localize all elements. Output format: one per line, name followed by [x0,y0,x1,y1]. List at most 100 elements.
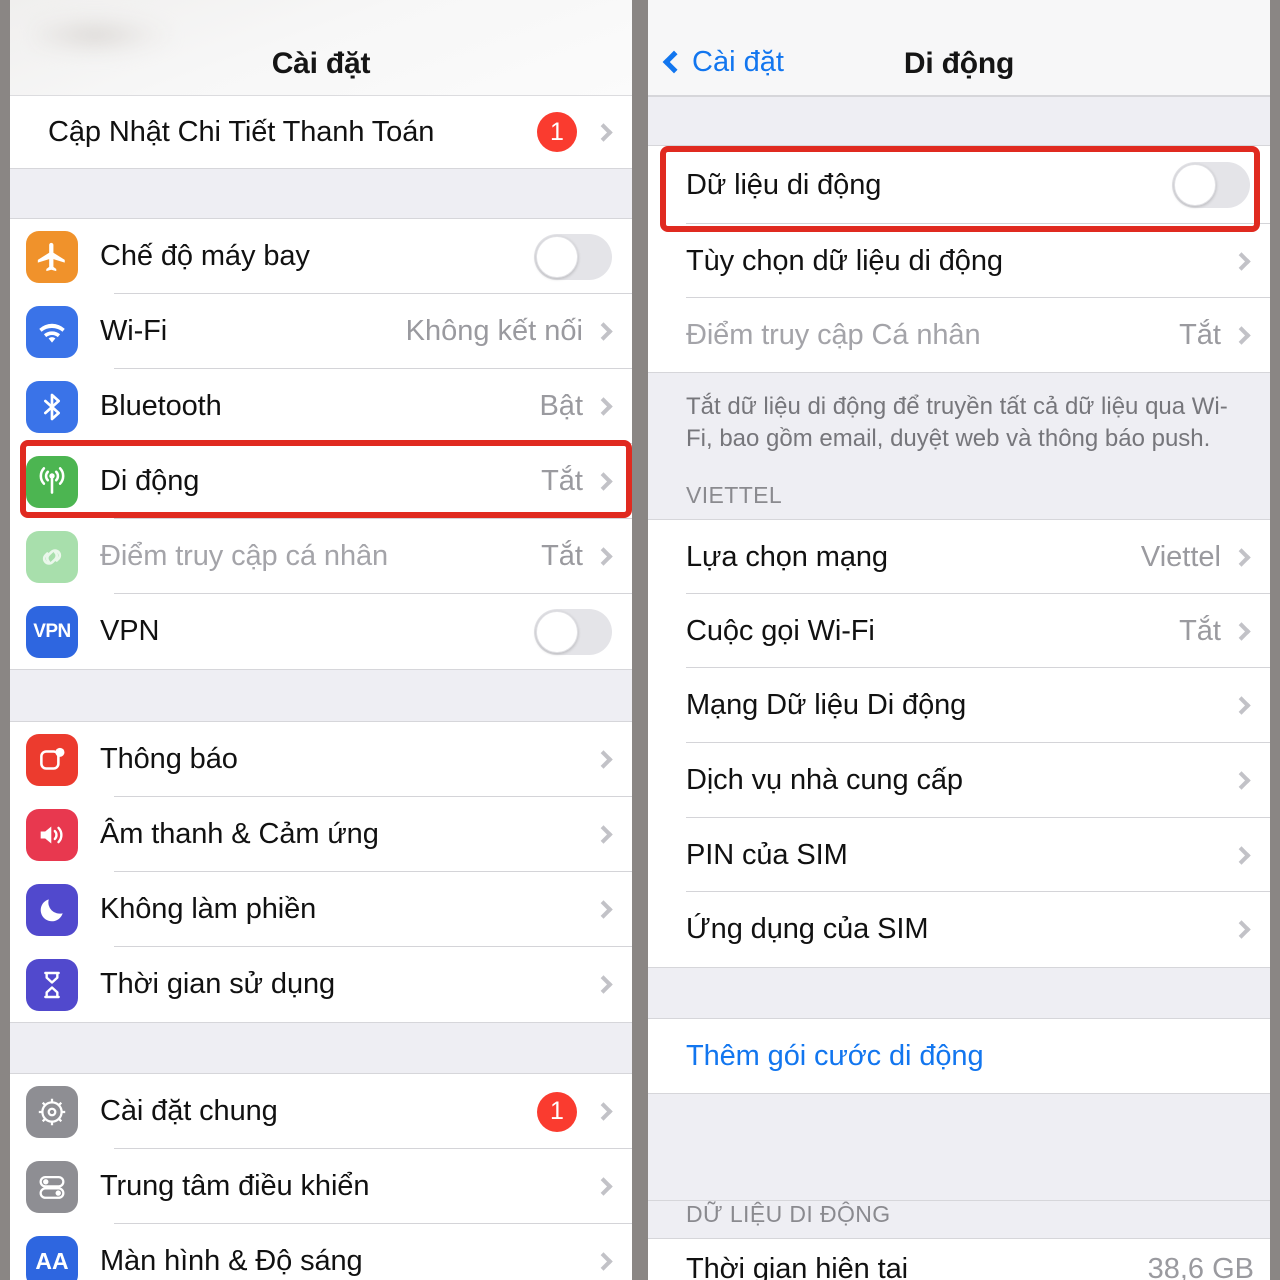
row-label: Dữ liệu di động [686,168,882,201]
sidebar-item-label: Trung tâm điều khiển [100,1170,370,1202]
hotspot-icon [26,530,78,583]
row-cellular-data-options[interactable]: Tùy chọn dữ liệu di động [648,224,1270,298]
section-add-plan: Thêm gói cước di động [648,1019,1270,1094]
sidebar-item-control-center[interactable]: Trung tâm điều khiển [10,1149,632,1224]
row-label: Thêm gói cước di động [686,1039,984,1072]
chevron-right-icon [1232,622,1251,641]
sidebar-item-do-not-disturb[interactable]: Không làm phiền [10,872,632,947]
sidebar-item-label: Chế độ máy bay [100,240,310,272]
sidebar-item-airplane-mode[interactable]: Chế độ máy bay [10,219,632,294]
group-gap [10,669,632,722]
section-cellular-main: Dữ liệu di động Tùy chọn dữ liệu di động… [648,146,1270,372]
row-sim-pin[interactable]: PIN của SIM [648,818,1270,893]
row-cellular-data[interactable]: Dữ liệu di động [648,146,1270,224]
row-sim-applications[interactable]: Ứng dụng của SIM [648,892,1270,968]
airplane-mode-toggle[interactable] [534,233,612,280]
chevron-right-icon [594,1177,613,1196]
sidebar-item-wifi[interactable]: Wi-Fi Không kết nối [10,294,632,369]
airplane-icon [26,230,78,283]
sidebar-item-sounds[interactable]: Âm thanh & Cảm ứng [10,797,632,872]
chevron-right-icon [594,825,613,844]
chevron-right-icon [594,472,613,491]
frame-edge-right [1270,0,1280,1280]
sidebar-item-label: Không làm phiền [100,893,317,925]
row-label: Tùy chọn dữ liệu di động [686,244,1003,277]
sidebar-item-notifications[interactable]: Thông báo [10,722,632,797]
cellular-data-toggle[interactable] [1172,162,1250,208]
badge-count: 1 [537,1091,577,1132]
sidebar-item-display-brightness[interactable]: AA Màn hình & Độ sáng [10,1224,632,1280]
section-system: Cài đặt chung 1 Trung tâm điều khiển AA … [10,1074,632,1280]
chevron-right-icon [1232,251,1251,271]
gear-icon [26,1085,78,1138]
display-icon: AA [26,1235,78,1280]
chevron-right-icon [594,1252,613,1271]
chevron-right-icon [1232,846,1251,865]
settings-navbar: Cài đặt [10,0,632,96]
cellular-icon [26,455,78,508]
sidebar-item-label: Di động [100,465,200,497]
sidebar-item-bluetooth[interactable]: Bluetooth Bật [10,369,632,444]
sidebar-item-label: Điểm truy cập cá nhân [100,540,389,572]
sidebar-item-cellular[interactable]: Di động Tắt [10,444,632,519]
row-wifi-calling[interactable]: Cuộc gọi Wi-Fi Tắt [648,594,1270,669]
sidebar-item-label: VPN [100,615,160,647]
bluetooth-icon [26,380,78,433]
row-value: 38,6 GB [1147,1252,1254,1280]
row-label: Lựa chọn mạng [686,540,888,573]
group-gap [648,967,1270,1020]
row-current-period[interactable]: Thời gian hiện tại 38,6 GB [648,1239,1270,1280]
chevron-right-icon [594,1102,613,1121]
group-gap [648,1093,1270,1202]
sound-icon [26,808,78,861]
sidebar-item-screen-time[interactable]: Thời gian sử dụng [10,947,632,1022]
row-network-selection[interactable]: Lựa chọn mạng Viettel [648,520,1270,595]
row-billing-update[interactable]: Cập Nhật Chi Tiết Thanh Toán 1 [10,96,632,168]
vpn-toggle[interactable] [534,608,612,655]
group-gap [10,168,632,219]
section-header-carrier: VIETTEL [648,458,1270,520]
cellular-navbar: Cài đặt Di động [648,0,1270,96]
chevron-right-icon [1232,920,1251,940]
chevron-right-icon [594,122,613,142]
chevron-right-icon [1232,325,1251,345]
section-account: Cập Nhật Chi Tiết Thanh Toán 1 [10,96,632,168]
chevron-right-icon [1232,771,1251,791]
row-label: PIN của SIM [686,838,848,871]
wifi-icon [26,305,78,358]
row-value: Tắt [1179,614,1221,647]
sidebar-item-label: Cài đặt chung [100,1095,278,1127]
chevron-right-icon [594,975,613,994]
page-title: Di động [903,47,1015,80]
cellular-panel: Cài đặt Di động Dữ liệu di động Tùy chọn… [648,0,1270,1280]
row-personal-hotspot[interactable]: Điểm truy cập Cá nhân Tắt [648,298,1270,372]
section-alerts: Thông báo Âm thanh & Cảm ứng Không làm p… [10,722,632,1022]
row-carrier-services[interactable]: Dịch vụ nhà cung cấp [648,743,1270,819]
chevron-right-icon [594,322,613,341]
group-gap [648,96,1270,146]
chevron-right-icon [594,900,613,919]
sidebar-item-personal-hotspot[interactable]: Điểm truy cập cá nhân Tắt [10,519,632,594]
notifications-icon [26,733,78,786]
moon-icon [26,883,78,936]
control-center-icon [26,1160,78,1213]
badge-count: 1 [537,112,577,152]
row-value: Bật [539,390,583,422]
sidebar-item-label: Màn hình & Độ sáng [100,1245,363,1277]
row-label: Cập Nhật Chi Tiết Thanh Toán [48,115,435,148]
row-add-cellular-plan[interactable]: Thêm gói cước di động [648,1019,1270,1094]
chevron-right-icon [1232,696,1251,716]
row-label: Thời gian hiện tại [686,1252,908,1280]
sidebar-item-vpn[interactable]: VPN VPN [10,594,632,669]
row-value: Tắt [541,465,583,497]
sidebar-item-label: Thời gian sử dụng [100,968,336,1000]
cellular-data-footnote: Tắt dữ liệu di động để truyền tất cả dữ … [648,372,1270,459]
row-value: Tắt [541,540,583,572]
section-connectivity: Chế độ máy bay Wi-Fi Không kết nối Bluet… [10,219,632,669]
sidebar-item-label: Bluetooth [100,390,222,422]
sidebar-item-general[interactable]: Cài đặt chung 1 [10,1074,632,1149]
panel-divider [632,0,648,1280]
section-header-usage: DỮ LIỆU DI ĐỘNG [648,1201,1270,1239]
row-cellular-data-network[interactable]: Mạng Dữ liệu Di động [648,668,1270,744]
row-label: Điểm truy cập Cá nhân [686,318,981,351]
